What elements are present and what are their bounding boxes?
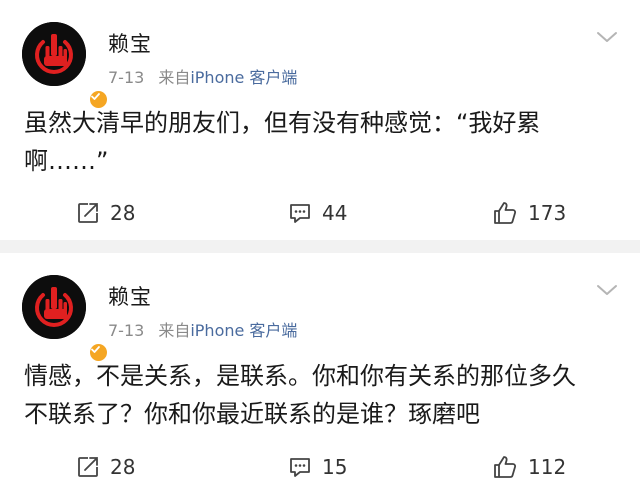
chevron-down-icon[interactable]	[596, 30, 618, 44]
like-count: 173	[528, 201, 567, 225]
post-meta: 7-13 来自iPhone 客户端	[108, 317, 297, 341]
repost-icon	[78, 203, 98, 223]
author-name[interactable]: 赖宝	[108, 28, 152, 58]
repost-button[interactable]: 28	[76, 447, 135, 487]
source-prefix: 来自	[158, 68, 191, 87]
repost-count: 28	[110, 455, 136, 479]
source-prefix: 来自	[158, 321, 191, 340]
repost-button[interactable]: 28	[76, 193, 135, 233]
post-date: 7-13	[108, 321, 145, 340]
avatar[interactable]	[22, 275, 109, 363]
chevron-down-icon[interactable]	[596, 283, 618, 297]
source-link[interactable]: iPhone 客户端	[190, 321, 297, 340]
power-hand-icon	[22, 275, 86, 339]
author-name[interactable]: 赖宝	[108, 281, 152, 311]
avatar[interactable]	[22, 22, 109, 110]
post-card[interactable]: 赖宝 7-13 来自iPhone 客户端 虽然大清早的朋友们，但有没有种感觉：“我…	[0, 0, 640, 240]
comment-count: 44	[322, 201, 348, 225]
post-meta: 7-13 来自iPhone 客户端	[108, 64, 297, 88]
like-button[interactable]: 173	[492, 193, 566, 233]
repost-icon	[78, 457, 98, 477]
post-actions: 28 44 173	[0, 193, 640, 233]
comment-icon	[290, 458, 310, 477]
like-icon	[494, 202, 517, 224]
comment-button[interactable]: 15	[288, 447, 347, 487]
repost-count: 28	[110, 201, 136, 225]
comment-count: 15	[322, 455, 348, 479]
source-link[interactable]: iPhone 客户端	[190, 68, 297, 87]
post-date: 7-13	[108, 68, 145, 87]
comment-icon	[290, 204, 310, 223]
post-text: 情感，不是关系，是联系。你和你有关系的那位多久不联系了？你和你最近联系的是谁？琢…	[24, 362, 576, 428]
like-button[interactable]: 112	[492, 447, 566, 487]
comment-button[interactable]: 44	[288, 193, 347, 233]
power-hand-icon	[22, 22, 86, 86]
post-card[interactable]: 赖宝 7-13 来自iPhone 客户端 情感，不是关系，是联系。你和你有关系的那…	[0, 253, 640, 495]
weibo-feed: 赖宝 7-13 来自iPhone 客户端 虽然大清早的朋友们，但有没有种感觉：“我…	[0, 0, 640, 495]
post-actions: 28 15 112	[0, 447, 640, 487]
post-text: 虽然大清早的朋友们，但有没有种感觉：“我好累啊……”	[24, 109, 541, 175]
like-icon	[494, 456, 517, 478]
like-count: 112	[528, 455, 567, 479]
